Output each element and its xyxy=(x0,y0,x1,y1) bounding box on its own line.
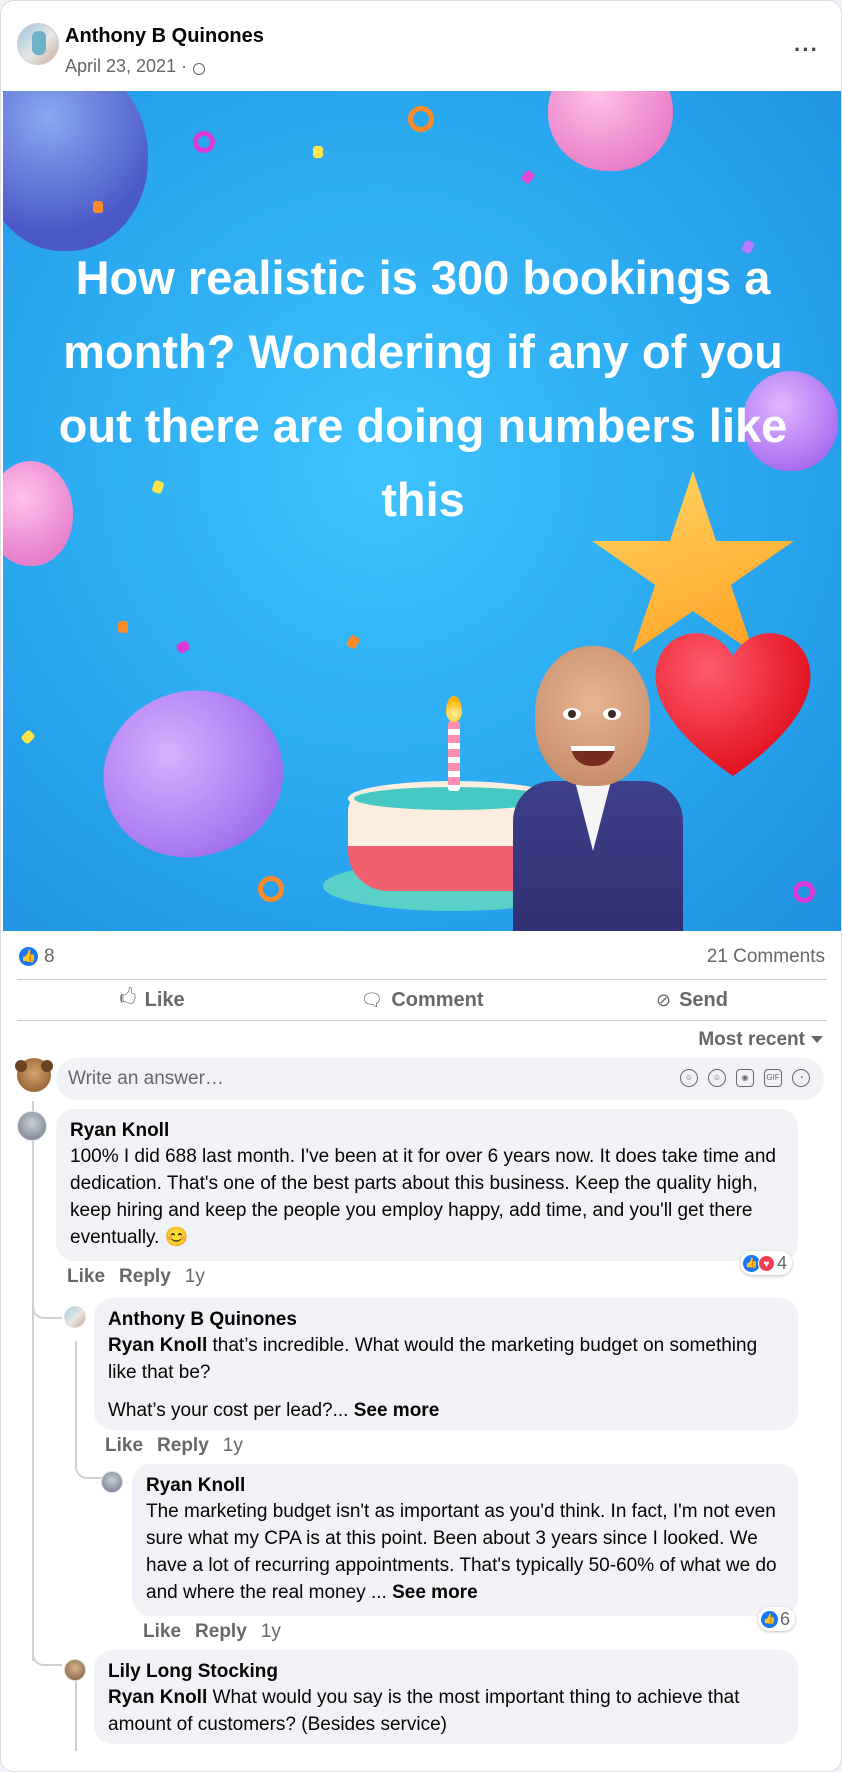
like-reaction-icon: 👍 xyxy=(761,1610,778,1628)
comments-count[interactable]: 21 Comments xyxy=(707,946,825,968)
sort-dropdown[interactable]: Most recent xyxy=(698,1029,823,1051)
commenter-name[interactable]: Lily Long Stocking xyxy=(108,1660,784,1684)
reaction-count: 4 xyxy=(777,1252,788,1273)
caret-down-icon xyxy=(811,1036,823,1044)
send-button-label: Send xyxy=(679,988,728,1011)
current-user-avatar[interactable] xyxy=(15,1058,53,1092)
post-card: Anthony B Quinones April 23, 2021 · ··· xyxy=(0,0,842,1772)
like-button-label: Like xyxy=(144,988,185,1011)
comment-text: Ryan Knoll What would you say is the mos… xyxy=(108,1687,740,1735)
balloon-graphic xyxy=(84,670,302,877)
reaction-count: 6 xyxy=(780,1608,791,1629)
comment-bubble: Anthony B Quinones Ryan Knoll that’s inc… xyxy=(94,1298,798,1430)
confetti xyxy=(93,201,103,213)
globe-icon xyxy=(193,62,206,75)
send-button[interactable]: ⊘ Send xyxy=(557,980,827,1020)
post-date[interactable]: April 23, 2021 · xyxy=(65,56,187,77)
write-answer-input[interactable]: Write an answer… ☺ ☺ ◉ GIF ◔ xyxy=(56,1058,824,1100)
banner-text: How realistic is 300 bookings a month? W… xyxy=(58,251,788,526)
avatar-sticker-icon[interactable]: ☺ xyxy=(680,1069,698,1087)
comment-like-link[interactable]: Like xyxy=(143,1621,181,1642)
comment-bubble: Ryan Knoll The marketing budget isn't as… xyxy=(132,1464,798,1616)
comment-time[interactable]: 1y xyxy=(223,1435,243,1456)
heart-balloon-graphic xyxy=(648,621,818,781)
answer-placeholder: Write an answer… xyxy=(68,1068,224,1089)
sort-label: Most recent xyxy=(698,1029,805,1050)
author-name[interactable]: Anthony B Quinones xyxy=(65,25,264,48)
comment-reply-link[interactable]: Reply xyxy=(195,1621,247,1642)
post-header: Anthony B Quinones April 23, 2021 · ··· xyxy=(1,1,841,91)
balloon-graphic xyxy=(548,91,673,171)
confetti xyxy=(345,634,361,650)
confetti xyxy=(408,106,434,132)
comment-like-link[interactable]: Like xyxy=(105,1435,143,1456)
camera-icon[interactable]: ◉ xyxy=(736,1069,754,1087)
comment-actions: Like Reply 1y xyxy=(67,1266,205,1288)
comment-text: What’s your cost per lead?... See more xyxy=(108,1400,440,1421)
confetti xyxy=(520,169,536,185)
commenter-avatar[interactable] xyxy=(64,1306,86,1328)
comment-like-link[interactable]: Like xyxy=(67,1266,105,1287)
confetti xyxy=(118,621,128,633)
mention-link[interactable]: Ryan Knoll xyxy=(108,1335,207,1356)
answer-toolbar: ☺ ☺ ◉ GIF ◔ xyxy=(680,1069,810,1087)
like-count[interactable]: 8 xyxy=(44,946,55,968)
comment-time[interactable]: 1y xyxy=(185,1266,205,1287)
gif-icon[interactable]: GIF xyxy=(764,1069,782,1087)
confetti xyxy=(258,876,284,902)
comment-reactions[interactable]: 👍 6 xyxy=(758,1607,796,1631)
comment-actions: Like Reply 1y xyxy=(105,1435,243,1457)
like-button[interactable]: 🖒 Like xyxy=(17,980,287,1020)
see-more-link[interactable]: See more xyxy=(392,1582,478,1603)
confetti xyxy=(193,131,215,153)
comment-button-label: Comment xyxy=(391,988,484,1011)
mention-link[interactable]: Ryan Knoll xyxy=(108,1687,207,1708)
comment-text: The marketing budget isn't as important … xyxy=(146,1501,777,1603)
confetti xyxy=(175,639,191,655)
love-reaction-icon: ♥ xyxy=(758,1254,775,1272)
post-actions: 🖒 Like 🗨 Comment ⊘ Send xyxy=(17,979,827,1021)
reaction-stats: 👍 8 21 Comments xyxy=(1,931,841,979)
emoji-icon[interactable]: ☺ xyxy=(708,1069,726,1087)
commenter-name[interactable]: Ryan Knoll xyxy=(70,1119,784,1143)
commenter-avatar[interactable] xyxy=(64,1659,86,1681)
comment-bubble: Lily Long Stocking Ryan Knoll What would… xyxy=(94,1650,798,1744)
balloon-graphic xyxy=(3,91,148,251)
comment-icon: 🗨 xyxy=(360,989,384,1010)
comment-reply-link[interactable]: Reply xyxy=(157,1435,209,1456)
confetti xyxy=(793,881,815,903)
more-options-button[interactable]: ··· xyxy=(794,37,819,63)
comment-text: 100% I did 688 last month. I've been at … xyxy=(70,1146,776,1248)
post-date-row: April 23, 2021 · xyxy=(65,56,206,77)
author-avatar[interactable] xyxy=(17,23,59,65)
commenter-name[interactable]: Anthony B Quinones xyxy=(108,1308,784,1332)
comment-text: Ryan Knoll that’s incredible. What would… xyxy=(108,1335,758,1383)
comment-actions: Like Reply 1y xyxy=(143,1621,281,1643)
sticker-icon[interactable]: ◔ xyxy=(792,1069,810,1087)
messenger-icon: ⊘ xyxy=(656,989,672,1010)
see-more-link[interactable]: See more xyxy=(354,1400,440,1421)
thread-line xyxy=(32,1641,62,1666)
commenter-name[interactable]: Ryan Knoll xyxy=(146,1474,784,1498)
confetti xyxy=(20,729,36,745)
comment-time[interactable]: 1y xyxy=(261,1621,281,1642)
thumbs-up-icon: 🖒 xyxy=(119,987,137,1007)
comment-button[interactable]: 🗨 Comment xyxy=(287,980,557,1020)
avatar-person-graphic xyxy=(513,646,683,931)
commenter-avatar[interactable] xyxy=(17,1111,47,1141)
comment-reply-link[interactable]: Reply xyxy=(119,1266,171,1287)
confetti xyxy=(313,146,323,158)
commenter-avatar[interactable] xyxy=(101,1471,123,1493)
like-reaction-icon[interactable]: 👍 xyxy=(19,947,38,966)
thread-line xyxy=(32,1299,62,1319)
comment-bubble: Ryan Knoll 100% I did 688 last month. I'… xyxy=(56,1109,798,1261)
comment-reactions[interactable]: 👍 ♥ 4 xyxy=(740,1251,793,1275)
post-banner[interactable]: How realistic is 300 bookings a month? W… xyxy=(3,91,841,931)
